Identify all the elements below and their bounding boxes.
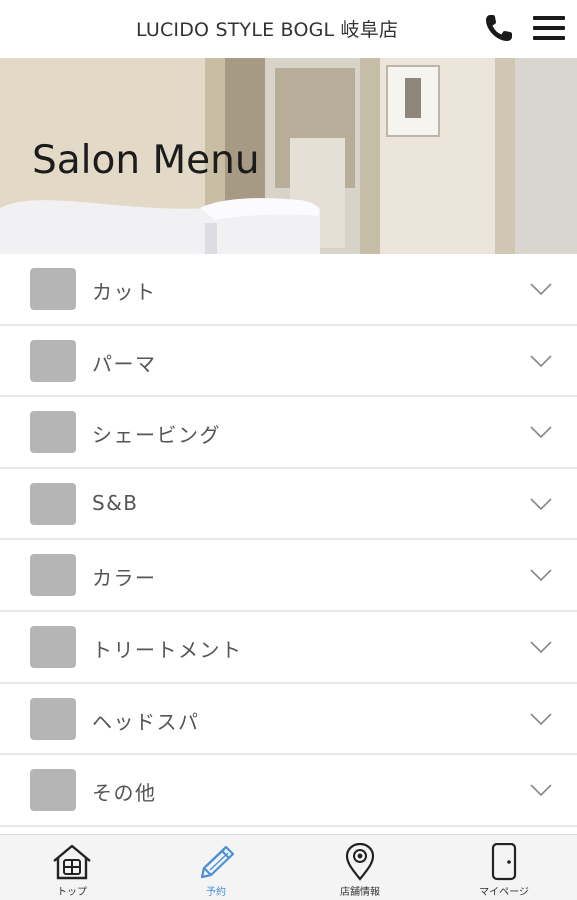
chevron-down-icon <box>530 784 552 797</box>
menu-thumbnail <box>30 339 76 382</box>
menu-item-label: その他 <box>92 781 157 806</box>
store-name: LUCIDO STYLE BOGL 岐阜店 <box>136 19 399 41</box>
menu-thumbnail <box>30 769 76 812</box>
menu-item-label: カット <box>92 280 157 304</box>
tab-label: 店舗情報 <box>340 887 380 898</box>
menu-item-label: トリートメント <box>92 637 243 662</box>
hero-banner: Salon Menu <box>0 58 577 254</box>
chevron-down-icon <box>530 498 552 510</box>
bottom-tab-bar: トップ 予約 店舗情報 マイページ <box>0 834 577 900</box>
menu-item-treatment[interactable]: トリートメント <box>0 611 577 684</box>
app-header: LUCIDO STYLE BOGL 岐阜店 <box>0 0 577 58</box>
menu-thumbnail <box>30 554 76 597</box>
chevron-down-icon <box>530 426 552 439</box>
map-pin-icon <box>345 843 375 881</box>
menu-thumbnail <box>30 482 76 525</box>
chevron-down-icon <box>530 569 552 582</box>
tab-label: マイページ <box>479 887 529 898</box>
chevron-down-icon <box>530 283 552 296</box>
chevron-down-icon <box>530 355 552 367</box>
menu-thumbnail <box>30 411 76 454</box>
menu-item-shaving[interactable]: シェービング <box>0 397 577 469</box>
phone-button[interactable] <box>483 12 515 44</box>
menu-thumbnail <box>30 625 76 668</box>
menu-item-other[interactable]: その他 <box>0 755 577 827</box>
tab-mypage[interactable]: マイページ <box>432 835 576 900</box>
menu-item-label: ヘッドスパ <box>92 709 200 734</box>
phone-icon <box>486 15 512 41</box>
tab-label: 予約 <box>206 887 226 898</box>
menu-item-label: S&B <box>92 490 139 515</box>
menu-list: カット パーマ シェービング S&B カラー トリートメント ヘッドスパ その他 <box>0 254 577 827</box>
menu-button[interactable] <box>532 13 566 43</box>
home-icon <box>53 844 91 880</box>
menu-item-label: パーマ <box>92 351 157 376</box>
smartphone-icon <box>491 843 517 881</box>
menu-item-sb[interactable]: S&B <box>0 468 577 541</box>
tab-top[interactable]: トップ <box>0 835 144 900</box>
menu-thumbnail <box>30 268 76 310</box>
tab-label: トップ <box>57 887 87 898</box>
tab-reservation[interactable]: 予約 <box>144 835 288 900</box>
chevron-down-icon <box>530 712 552 725</box>
menu-item-perm[interactable]: パーマ <box>0 325 577 398</box>
menu-item-color[interactable]: カラー <box>0 540 577 612</box>
menu-item-label: カラー <box>92 566 157 591</box>
menu-thumbnail <box>30 697 76 740</box>
menu-item-label: シェービング <box>92 423 221 448</box>
chevron-down-icon <box>530 641 552 654</box>
tab-store-info[interactable]: 店舗情報 <box>288 835 432 900</box>
page-title: Salon Menu <box>32 138 260 183</box>
menu-item-headspa[interactable]: ヘッドスパ <box>0 683 577 756</box>
menu-item-cut[interactable]: カット <box>0 254 577 326</box>
pencil-icon <box>200 845 235 879</box>
hamburger-menu-icon <box>533 16 565 40</box>
